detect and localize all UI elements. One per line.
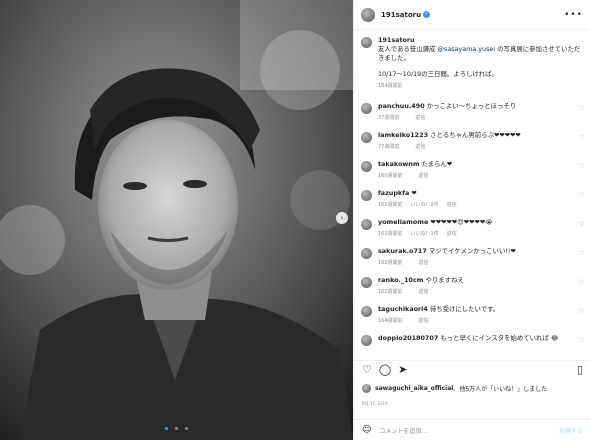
comment-text: もっと早くにインスタを始めていれば 😂 [440, 334, 559, 342]
action-bar: ♡ ◯ ➤ ▯ [354, 360, 590, 378]
comment-time: 77週間前 [378, 144, 400, 150]
reply-button[interactable]: 返信 [419, 173, 429, 179]
caption-text: 友人である笹山謙成 [378, 45, 436, 53]
comment-likes[interactable]: いいね！1件 [411, 231, 439, 237]
avatar[interactable] [361, 277, 372, 288]
comment-time: 162週間前 [378, 231, 403, 237]
post-button[interactable]: 投稿する [559, 426, 583, 435]
reply-button[interactable]: 返信 [419, 289, 429, 295]
caption-username[interactable]: 191satoru [378, 36, 415, 44]
caption-line-2: 10/17〜10/19の三日間。よろしければ。 [378, 70, 498, 78]
comment-text: ❤❤❤❤❤😍❤❤❤❤😭 [430, 218, 493, 226]
comment-username[interactable]: doppio20180707 [378, 334, 438, 342]
avatar[interactable] [361, 37, 372, 48]
comment-time: 162週間前 [378, 260, 403, 266]
bookmark-icon[interactable]: ▯ [577, 363, 583, 377]
carousel-dot [164, 427, 168, 430]
instagram-post-view: › 191satoru ✓ ••• 191satoru 友人である笹山謙成 @s… [0, 0, 590, 440]
emoji-icon[interactable]: ☺ [362, 425, 371, 435]
avatar[interactable] [361, 161, 372, 172]
post-panel: 191satoru ✓ ••• 191satoru 友人である笹山謙成 @sas… [353, 0, 590, 440]
avatar[interactable] [361, 306, 372, 317]
avatar[interactable] [361, 248, 372, 259]
reply-button[interactable]: 返信 [415, 115, 425, 121]
heart-icon[interactable]: ♡ [579, 134, 584, 150]
heart-icon[interactable]: ♡ [362, 363, 372, 377]
comment-username[interactable]: yomellamome [378, 218, 428, 226]
likes-line: sawaguchi_aika_official 、他5万人が「いいね！」しました [362, 384, 547, 393]
comment-username[interactable]: fazupkfa [378, 189, 409, 197]
heart-icon[interactable]: ♡ [579, 192, 584, 208]
avatar[interactable] [361, 7, 375, 22]
verified-badge-icon: ✓ [423, 11, 431, 18]
heart-icon[interactable]: ♡ [579, 308, 584, 324]
comment-username[interactable]: takakownm [378, 160, 420, 168]
comment-username[interactable]: taguchikaori4 [378, 305, 428, 313]
comment-text: かっこよい〜ちょっとほっそり [426, 102, 517, 110]
comment-row: taguchikaori4 待ち受けにしたいです。 164週間前 返信 ♡ [354, 305, 590, 324]
comment-time: 164週間前 [378, 318, 403, 324]
avatar[interactable] [361, 103, 372, 114]
avatar[interactable] [362, 384, 371, 393]
likes-username[interactable]: sawaguchi_aika_official [375, 385, 453, 392]
comment-icon[interactable]: ◯ [379, 363, 391, 377]
comment-row: fazupkfa ❤ 161週間前 いいね！2件 返信 ♡ [354, 189, 590, 208]
avatar[interactable] [361, 190, 372, 201]
comment-text: さとるちゃん男前らぶ❤❤❤❤❤ [430, 131, 521, 139]
comment-time: 161週間前 [378, 202, 403, 208]
comment-text: ❤ [411, 189, 417, 197]
reply-button[interactable]: 返信 [447, 231, 457, 237]
carousel-dots [0, 415, 353, 434]
share-icon[interactable]: ➤ [398, 363, 407, 377]
comment-row: sakurak.o717 マジでイケメンかっこいい!!❤ 162週間前 返信 ♡ [354, 247, 590, 266]
comment-username[interactable]: panchuu.490 [378, 102, 425, 110]
heart-icon[interactable]: ♡ [579, 163, 584, 179]
caption-mention[interactable]: @sasayama.yusei [438, 45, 496, 53]
comment-row: doppio20180707 もっと早くにインスタを始めていれば 😂 ♡ [354, 334, 590, 352]
comment-row: iamkeiko1223 さとるちゃん男前らぶ❤❤❤❤❤ 77週間前 返信 ♡ [354, 131, 590, 150]
comment-input[interactable]: コメントを追加... [379, 426, 559, 435]
comment-row: takakownm たまらん❤ 160週間前 返信 ♡ [354, 160, 590, 179]
reply-button[interactable]: 返信 [419, 260, 429, 266]
author-username[interactable]: 191satoru [381, 11, 421, 19]
add-comment-bar: ☺ コメントを追加... 投稿する [354, 419, 590, 440]
heart-icon[interactable]: ♡ [579, 221, 584, 237]
carousel-dot [175, 427, 178, 430]
caption-block: 191satoru 友人である笹山謙成 @sasayama.yusei の写真展… [354, 36, 590, 89]
comment-likes[interactable]: いいね！2件 [411, 202, 439, 208]
more-options-icon[interactable]: ••• [564, 10, 583, 20]
comment-text: たまらん❤ [421, 160, 453, 168]
comment-time: 162週間前 [378, 289, 403, 295]
caption-time: 184週間前 [378, 83, 403, 89]
comment-username[interactable]: ranko._10cm [378, 276, 423, 284]
next-photo-button[interactable]: › [336, 212, 348, 224]
avatar[interactable] [361, 132, 372, 143]
comment-row: ranko._10cm やりますねえ 162週間前 返信 ♡ [354, 276, 590, 295]
reply-button[interactable]: 返信 [447, 202, 457, 208]
reply-button[interactable]: 返信 [415, 144, 425, 150]
post-date: 8月 17, 2019 [362, 401, 388, 406]
comment-time: 37週間前 [378, 115, 400, 121]
comment-username[interactable]: iamkeiko1223 [378, 131, 428, 139]
post-photo[interactable]: › [0, 0, 353, 440]
comment-text: マジでイケメンかっこいい!!❤ [428, 247, 516, 255]
comment-text: やりますねえ [425, 276, 464, 284]
carousel-dot [185, 427, 189, 430]
comment-text: 待ち受けにしたいです。 [429, 305, 500, 313]
comment-row: yomellamome ❤❤❤❤❤😍❤❤❤❤😭 162週間前 いいね！1件 返信 ♡ [354, 218, 590, 237]
likes-text[interactable]: 、他5万人が「いいね！」しました [453, 384, 547, 393]
heart-icon[interactable]: ♡ [579, 105, 584, 121]
comment-username[interactable]: sakurak.o717 [378, 247, 427, 255]
comment-time: 160週間前 [378, 173, 403, 179]
photo-image [0, 0, 353, 440]
avatar[interactable] [361, 219, 372, 230]
post-header: 191satoru ✓ ••• [354, 0, 590, 30]
comments-list[interactable]: 191satoru 友人である笹山謙成 @sasayama.yusei の写真展… [354, 31, 590, 358]
heart-icon[interactable]: ♡ [579, 337, 584, 352]
heart-icon[interactable]: ♡ [579, 250, 584, 266]
comment-row: panchuu.490 かっこよい〜ちょっとほっそり 37週間前 返信 ♡ [354, 102, 590, 121]
heart-icon[interactable]: ♡ [579, 279, 584, 295]
reply-button[interactable]: 返信 [419, 318, 429, 324]
avatar[interactable] [361, 335, 372, 346]
